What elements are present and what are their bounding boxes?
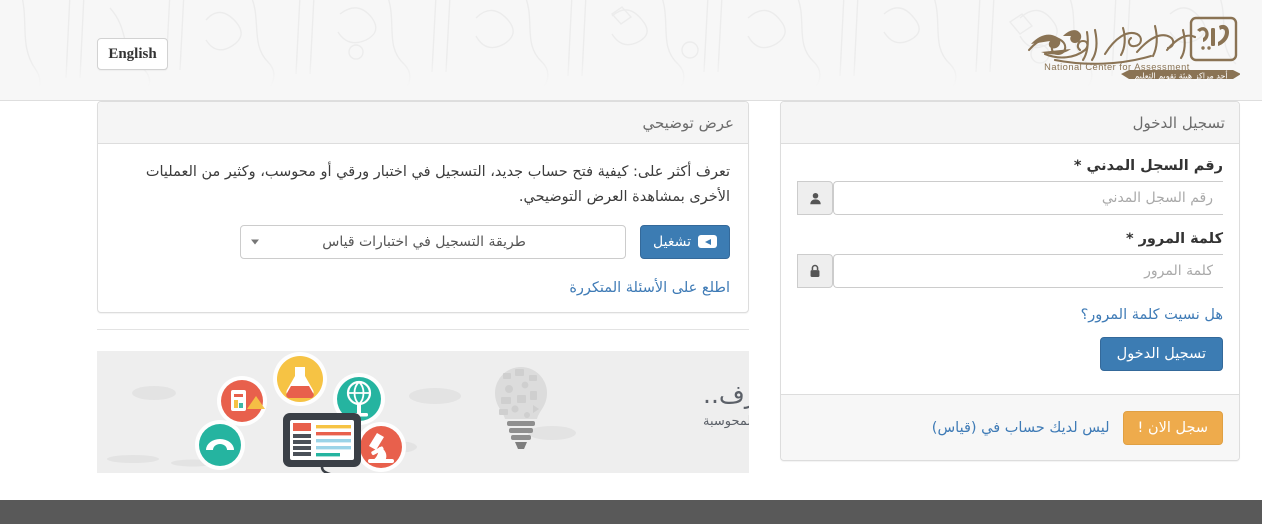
password-input[interactable] bbox=[833, 254, 1223, 288]
civil-id-input-group bbox=[797, 181, 1223, 215]
user-icon bbox=[797, 181, 833, 215]
password-input-group bbox=[797, 254, 1223, 288]
login-panel-title: تسجيل الدخول bbox=[1132, 113, 1225, 132]
signup-now-button[interactable]: سجل الان ! bbox=[1122, 410, 1223, 445]
demo-panel-title: عرض توضيحي bbox=[642, 113, 734, 132]
login-form: رقم السجل المدني * كلمة المرور * bbox=[781, 144, 1239, 371]
qiyas-logo: National Center for Assessment أحد مراكز… bbox=[1027, 16, 1240, 81]
login-panel-header: تسجيل الدخول bbox=[781, 102, 1239, 144]
forgot-password-row: هل نسيت كلمة المرور؟ bbox=[797, 304, 1223, 323]
login-submit-button[interactable]: تسجيل الدخول bbox=[1099, 337, 1223, 371]
play-button-label: تشغيل bbox=[653, 233, 691, 250]
banner-subline: على الاختبارات المحوسبة bbox=[703, 414, 749, 429]
demo-panel: عرض توضيحي تعرف أكثر على: كيفية فتح حساب… bbox=[97, 101, 749, 313]
password-label: كلمة المرور * bbox=[1125, 231, 1223, 247]
youtube-play-icon bbox=[698, 235, 717, 249]
demo-controls-row: تشغيل طريقة التسجيل في اختبارات قياس bbox=[114, 224, 732, 259]
demo-panel-header: عرض توضيحي bbox=[98, 102, 748, 144]
demo-description: تعرف أكثر على: كيفية فتح حساب جديد، التس… bbox=[145, 164, 730, 206]
submit-row: تسجيل الدخول bbox=[797, 337, 1223, 371]
demo-video-select-wrapper[interactable]: طريقة التسجيل في اختبارات قياس bbox=[240, 224, 627, 259]
page-header: English National Center for Assessment أ… bbox=[0, 0, 1262, 101]
svg-text:أحد مراكز هيئة تقويم التعليم: أحد مراكز هيئة تقويم التعليم bbox=[1134, 71, 1227, 81]
no-account-text: ليس لديك حساب في (قياس) bbox=[931, 419, 1110, 436]
section-divider bbox=[97, 329, 749, 330]
demo-video-select[interactable]: طريقة التسجيل في اختبارات قياس bbox=[240, 224, 627, 259]
play-video-button[interactable]: تشغيل bbox=[640, 224, 730, 259]
login-panel-footer: سجل الان ! ليس لديك حساب في (قياس) bbox=[781, 394, 1239, 460]
lock-icon bbox=[797, 254, 833, 288]
demo-panel-body: تعرف أكثر على: كيفية فتح حساب جديد، التس… bbox=[98, 144, 748, 306]
faq-row: اطلع على الأسئلة المتكررة bbox=[114, 277, 732, 296]
login-panel: تسجيل الدخول رقم السجل المدني * كلمة الم… bbox=[780, 101, 1240, 461]
faq-link[interactable]: اطلع على الأسئلة المتكررة bbox=[569, 280, 730, 296]
civil-id-input[interactable] bbox=[833, 181, 1223, 215]
civil-id-label: رقم السجل المدني * bbox=[1073, 158, 1223, 174]
forgot-password-link[interactable]: هل نسيت كلمة المرور؟ bbox=[1081, 307, 1223, 323]
page-content: عرض توضيحي تعرف أكثر على: كيفية فتح حساب… bbox=[0, 101, 1262, 500]
computer-based-tests-banner[interactable]: تعرف.. على الاختبارات المحوسبة bbox=[97, 351, 749, 473]
banner-headline: تعرف.. bbox=[703, 380, 749, 409]
page-footer-bar bbox=[0, 500, 1262, 524]
language-toggle-button[interactable]: English bbox=[97, 38, 168, 70]
